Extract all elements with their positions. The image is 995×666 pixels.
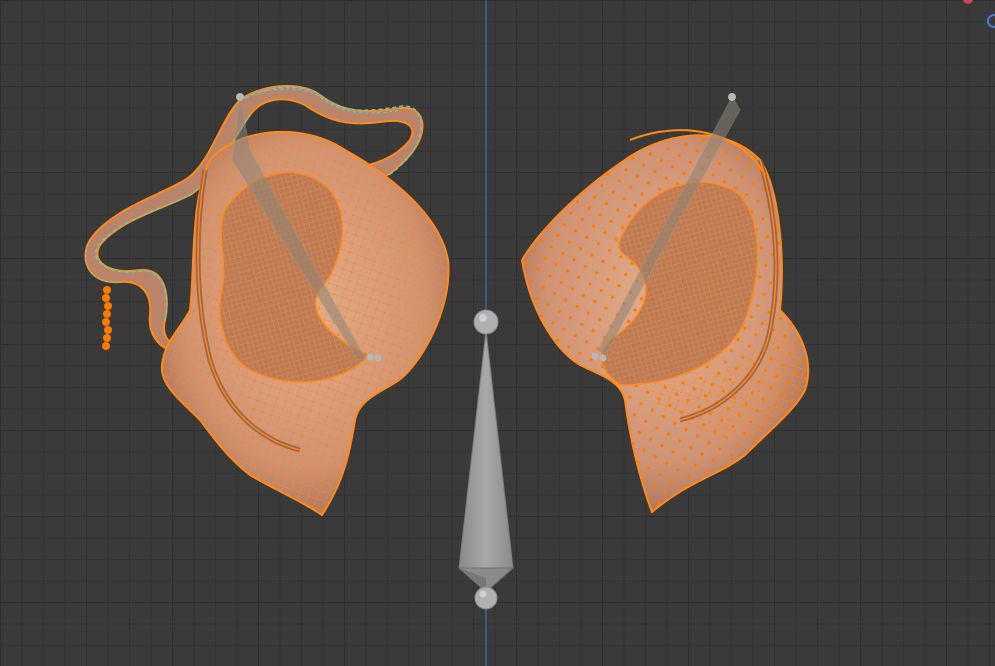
center-bone-icon[interactable] — [457, 309, 515, 610]
right-ear-mesh-icon[interactable] — [520, 93, 810, 514]
left-ear-mesh-icon[interactable] — [84, 84, 450, 517]
viewport-scene[interactable] — [0, 0, 995, 666]
3d-viewport[interactable] — [0, 0, 995, 666]
left-dangle-vertices — [102, 286, 112, 350]
axis-gizmo-icon[interactable] — [987, 14, 995, 28]
